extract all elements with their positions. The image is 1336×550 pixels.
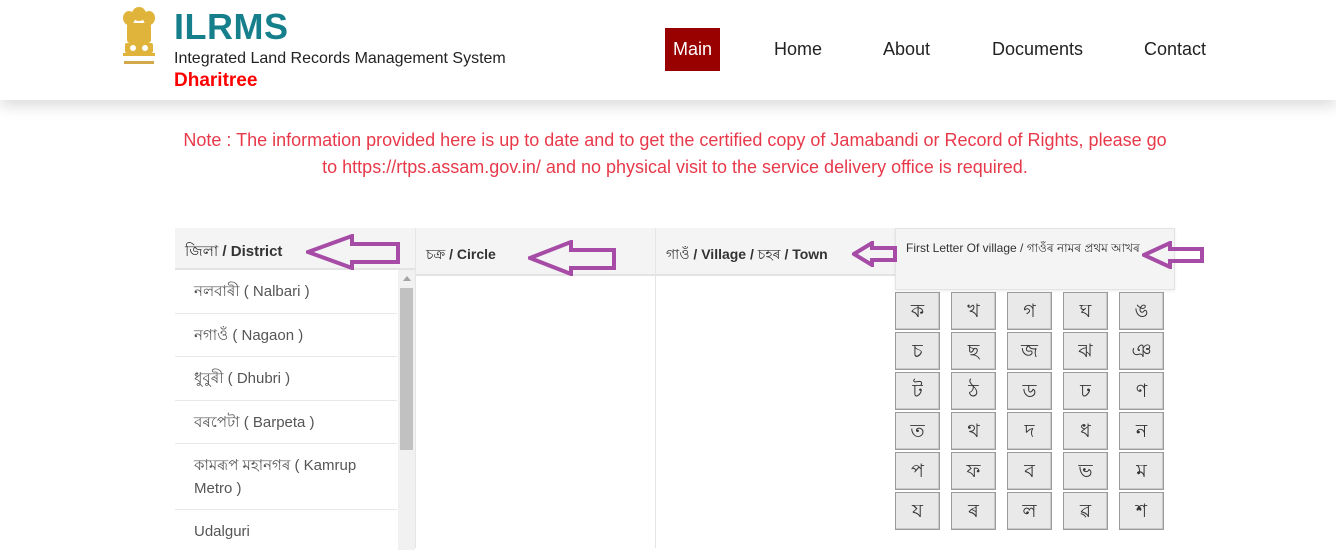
nav-main[interactable]: Main (665, 28, 721, 71)
scroll-up-arrow-icon[interactable] (403, 276, 411, 281)
app-subtitle: Integrated Land Records Management Syste… (174, 50, 506, 67)
brand-name: Dharitree (174, 70, 258, 91)
district-item-kamrup-metro[interactable]: কামৰূপ মহানগৰ ( Kamrup Metro ) (175, 444, 397, 510)
nav-home[interactable]: Home (774, 28, 822, 71)
district-scrollbar[interactable] (398, 270, 415, 550)
scroll-thumb[interactable] (400, 288, 413, 450)
circle-list[interactable] (416, 276, 655, 546)
site-header: ILRMS Integrated Land Records Management… (0, 0, 1336, 100)
letter-button[interactable]: চ (895, 332, 940, 370)
village-header-bn: গাওঁ (666, 246, 690, 262)
letter-button[interactable]: থ (951, 412, 996, 450)
letter-button[interactable]: ভ (1063, 452, 1108, 490)
town-header-bn: চহৰ (757, 246, 781, 262)
letter-button[interactable]: ঞ (1119, 332, 1164, 370)
circle-header-bn: চক্ৰ (426, 246, 446, 262)
info-note: Note : The information provided here is … (170, 127, 1180, 181)
letter-button[interactable]: ৰ (951, 492, 996, 530)
letter-button[interactable]: ঙ (1119, 292, 1164, 330)
nav-about[interactable]: About (883, 28, 930, 71)
annotation-arrow-village-icon (852, 241, 897, 267)
note-line-2: to https://rtps.assam.gov.in/ and no phy… (322, 157, 1028, 177)
circle-column: চক্ৰ / Circle (415, 228, 655, 548)
letter-button[interactable]: ল (1007, 492, 1052, 530)
letter-button[interactable]: প (895, 452, 940, 490)
letter-button[interactable]: ছ (951, 332, 996, 370)
letter-button[interactable]: ঢ (1063, 372, 1108, 410)
letter-button[interactable]: ত (895, 412, 940, 450)
district-item-nalbari[interactable]: নলবাৰী ( Nalbari ) (175, 270, 397, 314)
nav-documents[interactable]: Documents (992, 28, 1083, 71)
circle-header-en: / Circle (445, 246, 496, 262)
first-letter-header: First Letter Of village / গাওঁৰ নামৰ প্ৰ… (895, 228, 1175, 290)
national-emblem-logo (123, 7, 155, 64)
village-column: গাওঁ / Village / চহৰ / Town (655, 228, 895, 548)
district-item-udalguri[interactable]: Udalguri (175, 510, 397, 550)
village-header-en: / Village / (689, 246, 758, 262)
letter-button[interactable]: ধ (1063, 412, 1108, 450)
letter-button[interactable]: দ (1007, 412, 1052, 450)
letter-button[interactable]: খ (951, 292, 996, 330)
letter-button[interactable]: ম (1119, 452, 1164, 490)
letter-button[interactable]: ট (895, 372, 940, 410)
letter-button[interactable]: ৱ (1063, 492, 1108, 530)
district-column: জিলা / District নলবাৰী ( Nalbari ) নগাওঁ… (175, 228, 415, 550)
letter-button[interactable]: ব (1007, 452, 1052, 490)
letter-grid: কখগঘঙ চছজঝঞ টঠডঢণ তথদধন পফবভম যৰলৱশ (895, 290, 1175, 530)
letter-button[interactable]: গ (1007, 292, 1052, 330)
letter-button[interactable]: ঘ (1063, 292, 1108, 330)
letter-button[interactable]: জ (1007, 332, 1052, 370)
letter-button[interactable]: ড (1007, 372, 1052, 410)
annotation-arrow-circle-icon (528, 240, 616, 276)
town-header-en: / Town (780, 246, 828, 262)
nav-contact[interactable]: Contact (1144, 28, 1206, 71)
district-item-nagaon[interactable]: নগাওঁ ( Nagaon ) (175, 314, 397, 357)
letter-button[interactable]: ফ (951, 452, 996, 490)
letter-button[interactable]: ঠ (951, 372, 996, 410)
district-item-barpeta[interactable]: বৰপেটা ( Barpeta ) (175, 401, 397, 444)
district-list[interactable]: নলবাৰী ( Nalbari ) নগাওঁ ( Nagaon ) ধুবু… (175, 270, 415, 550)
district-header-en: / District (218, 243, 283, 260)
annotation-arrow-district-icon (306, 234, 400, 270)
district-header-bn: জিলা (185, 243, 219, 260)
letter-button[interactable]: ঝ (1063, 332, 1108, 370)
letter-button[interactable]: ক (895, 292, 940, 330)
letter-button[interactable]: ণ (1119, 372, 1164, 410)
first-letter-column: First Letter Of village / গাওঁৰ নামৰ প্ৰ… (895, 228, 1175, 548)
note-line-1: Note : The information provided here is … (183, 130, 1167, 150)
letter-button[interactable]: শ (1119, 492, 1164, 530)
district-item-dhubri[interactable]: ধুবুৰী ( Dhubri ) (175, 357, 397, 401)
letter-button[interactable]: য (895, 492, 940, 530)
letter-button[interactable]: ন (1119, 412, 1164, 450)
village-list[interactable] (656, 276, 895, 546)
annotation-arrow-letters-icon (1142, 241, 1204, 269)
app-title: ILRMS (174, 6, 289, 47)
